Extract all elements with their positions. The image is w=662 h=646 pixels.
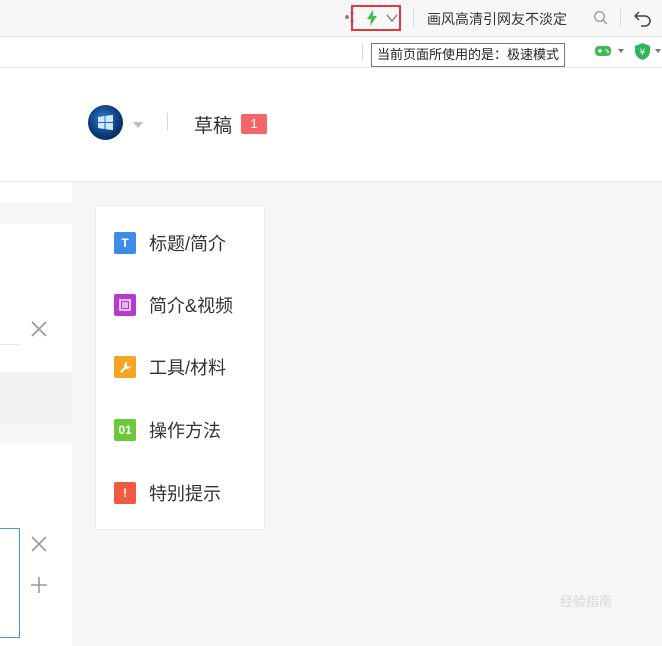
browser-toolbar: 画风高清引网友不淡定 [0,0,662,37]
close-icon[interactable] [30,320,48,338]
nav-item-label: 操作方法 [149,421,221,441]
shield-icon[interactable]: ¥ [635,43,650,60]
toolbar-divider [413,9,414,27]
nav-item-label: 工具/材料 [149,358,227,378]
nav-item-intro-video[interactable]: 简介&视频 [114,293,233,317]
text-area[interactable] [0,528,20,638]
caret-down-icon[interactable] [655,49,661,53]
card-footer [0,372,72,424]
nav-item-steps[interactable]: 01 操作方法 [114,418,221,442]
wrench-icon [114,356,136,378]
nav-item-tools[interactable]: 工具/材料 [114,355,226,379]
caret-down-icon[interactable] [133,122,143,128]
caret-down-icon[interactable] [618,49,624,53]
section-nav: T 标题/简介 简介&视频 工具/材料 01 操作方法 ! 特别提示 [95,205,265,530]
nav-item-tips[interactable]: ! 特别提示 [114,481,221,505]
header-divider [167,113,168,131]
editor-card [0,182,72,202]
warning-icon: ! [114,482,136,504]
nav-item-label: 简介&视频 [149,296,234,316]
toolbar-divider [620,9,621,27]
speed-mode-tooltip: 当前页面所使用的是：极速模式 [371,43,566,67]
gamepad-icon[interactable] [594,44,612,58]
lightning-bolt-icon [367,10,377,26]
nav-item-title[interactable]: T 标题/简介 [114,231,226,255]
speed-mode-button[interactable] [351,5,401,31]
nav-item-label: 标题/简介 [149,234,227,254]
watermark: 经验指南 [560,594,613,609]
title-icon: T [114,232,136,254]
drafts-count-badge: 1 [241,114,267,134]
nav-item-label: 特别提示 [149,484,221,504]
steps-icon: 01 [114,419,136,441]
windows-logo-icon [98,114,113,131]
undo-icon[interactable] [633,8,653,28]
close-icon[interactable] [30,535,48,553]
avatar[interactable] [88,105,123,140]
document-icon [114,294,136,316]
chevron-down-icon [386,14,398,23]
hot-search-suggestion[interactable]: 画风高清引网友不淡定 [427,9,567,29]
text-input[interactable] [0,344,20,345]
svg-text:¥: ¥ [640,48,646,58]
search-icon[interactable] [593,10,609,26]
plus-icon[interactable] [29,575,49,595]
drafts-link[interactable]: 草稿 [194,111,232,138]
toolbar-divider [362,44,363,60]
